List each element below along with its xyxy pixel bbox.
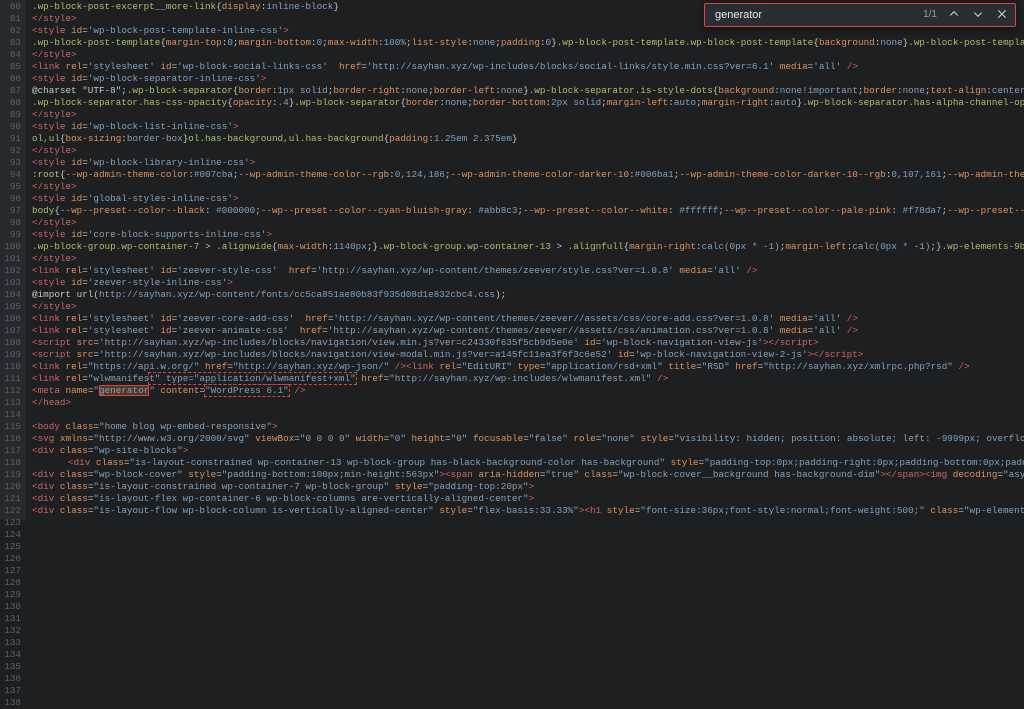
code-line[interactable]: <div class="is-layout-flex wp-container-…	[32, 493, 1024, 505]
code-line[interactable]: .wp-block-group.wp-container-7 > .alignw…	[32, 241, 1024, 253]
code-line[interactable]: </style>	[32, 49, 1024, 61]
close-icon	[996, 8, 1008, 23]
code-line[interactable]: <link rel='stylesheet' id='wp-block-soci…	[32, 61, 1024, 73]
find-input[interactable]	[713, 8, 917, 22]
code-line[interactable]: :root{--wp-admin-theme-color:#007cba;--w…	[32, 169, 1024, 181]
code-line[interactable]: .wp-block-post-template{margin-top:0;mar…	[32, 37, 1024, 49]
code-line[interactable]: </style>	[32, 181, 1024, 193]
code-line[interactable]: <script src='http://sayhan.xyz/wp-includ…	[32, 349, 1024, 361]
code-line[interactable]: body{--wp--preset--color--black: #000000…	[32, 205, 1024, 217]
code-line[interactable]: <body class="home blog wp-embed-responsi…	[32, 421, 1024, 433]
code-line[interactable]: <style id='wp-block-library-inline-css'>	[32, 157, 1024, 169]
code-line[interactable]: <link rel="https://api.w.org/" href="htt…	[32, 361, 1024, 373]
code-line[interactable]: <link rel="wlwmanifest" type="applicatio…	[32, 373, 1024, 385]
code-line[interactable]: <div class="wp-block-cover" style="paddi…	[32, 469, 1024, 481]
code-line[interactable]: <div class="is-layout-flow wp-block-colu…	[32, 505, 1024, 517]
code-line[interactable]: <link rel='stylesheet' id='zeever-core-a…	[32, 313, 1024, 325]
code-line[interactable]: <style id='zeever-style-inline-css'>	[32, 277, 1024, 289]
code-line[interactable]: @charset "UTF-8";.wp-block-separator{bor…	[32, 85, 1024, 97]
code-line[interactable]: </style>	[32, 301, 1024, 313]
code-line[interactable]: <link rel='stylesheet' id='zeever-style-…	[32, 265, 1024, 277]
chevron-up-icon	[948, 8, 960, 23]
code-line[interactable]: </head>	[32, 397, 1024, 409]
code-area[interactable]: .wp-block-post-excerpt__more-link{displa…	[26, 0, 1024, 520]
code-line[interactable]: <style id='global-styles-inline-css'>	[32, 193, 1024, 205]
code-line[interactable]: </style>	[32, 253, 1024, 265]
code-line[interactable]: <style id='wp-block-list-inline-css'>	[32, 121, 1024, 133]
code-line[interactable]: <meta name="generator" content="WordPres…	[32, 385, 1024, 397]
code-line[interactable]: <link rel='stylesheet' id='zeever-animat…	[32, 325, 1024, 337]
find-close-button[interactable]	[993, 6, 1011, 24]
code-editor: 8081828384858687888990919293949596979899…	[0, 0, 1024, 520]
code-line[interactable]: <svg xmlns="http://www.w3.org/2000/svg" …	[32, 433, 1024, 445]
code-line[interactable]: <style id='wp-block-separator-inline-css…	[32, 73, 1024, 85]
code-line[interactable]: ol,ul{box-sizing:border-box}ol.has-backg…	[32, 133, 1024, 145]
code-line[interactable]: <div class="is-layout-constrained wp-con…	[32, 481, 1024, 493]
code-line[interactable]: .wp-block-separator.has-css-opacity{opac…	[32, 97, 1024, 109]
code-line[interactable]: </style>	[32, 109, 1024, 121]
find-next-button[interactable]	[969, 6, 987, 24]
code-line[interactable]: </style>	[32, 145, 1024, 157]
code-line[interactable]: @import url(http://sayhan.xyz/wp-content…	[32, 289, 1024, 301]
line-number-gutter: 8081828384858687888990919293949596979899…	[0, 0, 26, 520]
code-line[interactable]: <script src='http://sayhan.xyz/wp-includ…	[32, 337, 1024, 349]
find-prev-button[interactable]	[945, 6, 963, 24]
code-line[interactable]: <style id='core-block-supports-inline-cs…	[32, 229, 1024, 241]
code-line[interactable]: </style>	[32, 217, 1024, 229]
code-line[interactable]: <div class="is-layout-constrained wp-con…	[32, 457, 1024, 469]
code-line[interactable]: <div class="wp-site-blocks">	[32, 445, 1024, 457]
find-bar: 1/1	[704, 3, 1016, 27]
find-count: 1/1	[923, 9, 937, 21]
code-line[interactable]	[32, 409, 1024, 421]
chevron-down-icon	[972, 8, 984, 23]
